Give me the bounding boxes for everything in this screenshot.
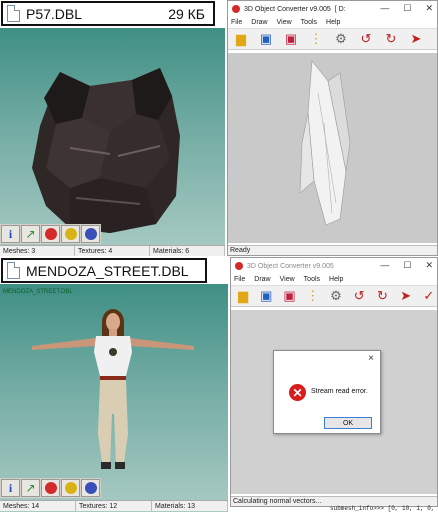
document-icon [7, 5, 20, 22]
minimize-button[interactable]: — [380, 260, 389, 271]
bottom-file-name: MENDOZA_STREET.DBL [26, 262, 189, 279]
meshes-count: Meshes: 14 [0, 501, 76, 511]
info-icon[interactable]: i [1, 479, 20, 497]
dialog-close-button[interactable]: × [368, 353, 374, 364]
title-bar: 3D Object Converter v9.005 [ D: — ☐ ✕ [228, 1, 437, 17]
menu-file[interactable]: File [234, 276, 245, 283]
open-folder-icon[interactable]: ▆ [235, 288, 251, 304]
menu-help[interactable]: Help [329, 276, 343, 283]
info-icon[interactable]: i [1, 225, 20, 243]
window-title: 3D Object Converter v9.005 [247, 262, 334, 270]
top-3d-viewer[interactable]: i ↗ Meshes: 3 Textures: 4 Materials: 6 [0, 28, 225, 256]
export-icon[interactable]: ➤ [407, 31, 425, 47]
minimize-button[interactable]: — [380, 3, 389, 14]
gear-icon[interactable]: ⚙ [328, 288, 344, 304]
save-icon[interactable]: ▣ [258, 288, 274, 304]
gear-icon[interactable]: ⚙ [332, 31, 350, 47]
menu-view[interactable]: View [280, 276, 295, 283]
top-converter-window: 3D Object Converter v9.005 [ D: — ☐ ✕ Fi… [227, 0, 438, 256]
document-icon [7, 262, 20, 279]
menu-draw[interactable]: Draw [254, 276, 270, 283]
spin-icon[interactable]: ↻ [382, 31, 400, 47]
converter-status: Ready [228, 245, 437, 255]
save-icon[interactable]: ▣ [257, 31, 275, 47]
maximize-button[interactable]: ☐ [403, 260, 411, 271]
textures-count: Textures: 12 [76, 501, 152, 511]
bottom-viewer-status: Meshes: 14 Textures: 12 Materials: 13 [0, 500, 228, 511]
tree-icon[interactable]: ⋮ [307, 31, 325, 47]
converter-toolbar: ▆ ▣ ▣ ⋮ ⚙ ↺ ↻ ➤ ✓ [231, 285, 437, 307]
chart-icon[interactable]: ↗ [21, 225, 40, 243]
materials-count: Materials: 13 [152, 501, 228, 511]
top-file-label: P57.DBL 29 КБ [1, 1, 215, 26]
red-sphere-icon[interactable] [41, 225, 60, 243]
top-file-name: P57.DBL [26, 5, 83, 22]
open-folder-icon[interactable]: ▆ [232, 31, 250, 47]
menu-tools[interactable]: Tools [301, 19, 317, 26]
window-title: 3D Object Converter v9.005 [244, 5, 331, 13]
menu-bar: File Draw View Tools Help [231, 274, 437, 285]
window-title-path: [ D: [334, 5, 346, 13]
error-message: Stream read error. [311, 388, 368, 395]
red-sphere-icon[interactable] [41, 479, 60, 497]
menu-tools[interactable]: Tools [304, 276, 320, 283]
vest-model [32, 68, 180, 233]
close-button[interactable]: ✕ [425, 260, 433, 271]
menu-view[interactable]: View [277, 19, 292, 26]
blue-sphere-icon[interactable] [81, 479, 100, 497]
rotate-icon[interactable]: ↺ [357, 31, 375, 47]
close-button[interactable]: ✕ [425, 3, 433, 14]
chart-icon[interactable]: ↗ [21, 479, 40, 497]
spin-icon[interactable]: ↻ [374, 288, 390, 304]
wireframe-model [299, 60, 351, 226]
error-dialog: × ✕ Stream read error. OK [273, 350, 381, 434]
menu-file[interactable]: File [231, 19, 242, 26]
rotate-icon[interactable]: ↺ [351, 288, 367, 304]
viewer-toolbar: i ↗ [0, 224, 101, 244]
tree-icon[interactable]: ⋮ [305, 288, 321, 304]
menu-draw[interactable]: Draw [251, 19, 267, 26]
top-file-size: 29 КБ [168, 6, 205, 22]
materials-count: Materials: 6 [150, 246, 225, 256]
app-icon [235, 262, 243, 270]
console-log-line: submesh_info>>> [0, 10, 1, 0, 7, 6118, [330, 505, 438, 512]
converter-toolbar: ▆ ▣ ▣ ⋮ ⚙ ↺ ↻ ➤ [228, 28, 437, 50]
meshes-count: Meshes: 3 [0, 246, 75, 256]
bottom-file-label: MENDOZA_STREET.DBL [1, 258, 207, 283]
save-as-icon[interactable]: ▣ [282, 31, 300, 47]
app-icon [232, 5, 240, 13]
yellow-sphere-icon[interactable] [61, 479, 80, 497]
menu-bar: File Draw View Tools Help [228, 17, 437, 28]
save-as-icon[interactable]: ▣ [281, 288, 297, 304]
check-icon[interactable]: ✓ [421, 288, 437, 304]
blue-sphere-icon[interactable] [81, 225, 100, 243]
render-canvas[interactable] [228, 53, 437, 243]
export-icon[interactable]: ➤ [398, 288, 414, 304]
textures-count: Textures: 4 [75, 246, 150, 256]
ok-button[interactable]: OK [324, 417, 372, 429]
yellow-sphere-icon[interactable] [61, 225, 80, 243]
viewer-toolbar: i ↗ [0, 478, 101, 498]
menu-help[interactable]: Help [326, 19, 340, 26]
maximize-button[interactable]: ☐ [403, 3, 411, 14]
error-icon: ✕ [289, 384, 306, 401]
title-bar: 3D Object Converter v9.005 — ☐ ✕ [231, 258, 437, 274]
bottom-3d-viewer[interactable]: MENDOZA_STREET.DBL i ↗ Meshes: 14 Textur… [0, 284, 228, 512]
top-viewer-status: Meshes: 3 Textures: 4 Materials: 6 [0, 245, 225, 256]
